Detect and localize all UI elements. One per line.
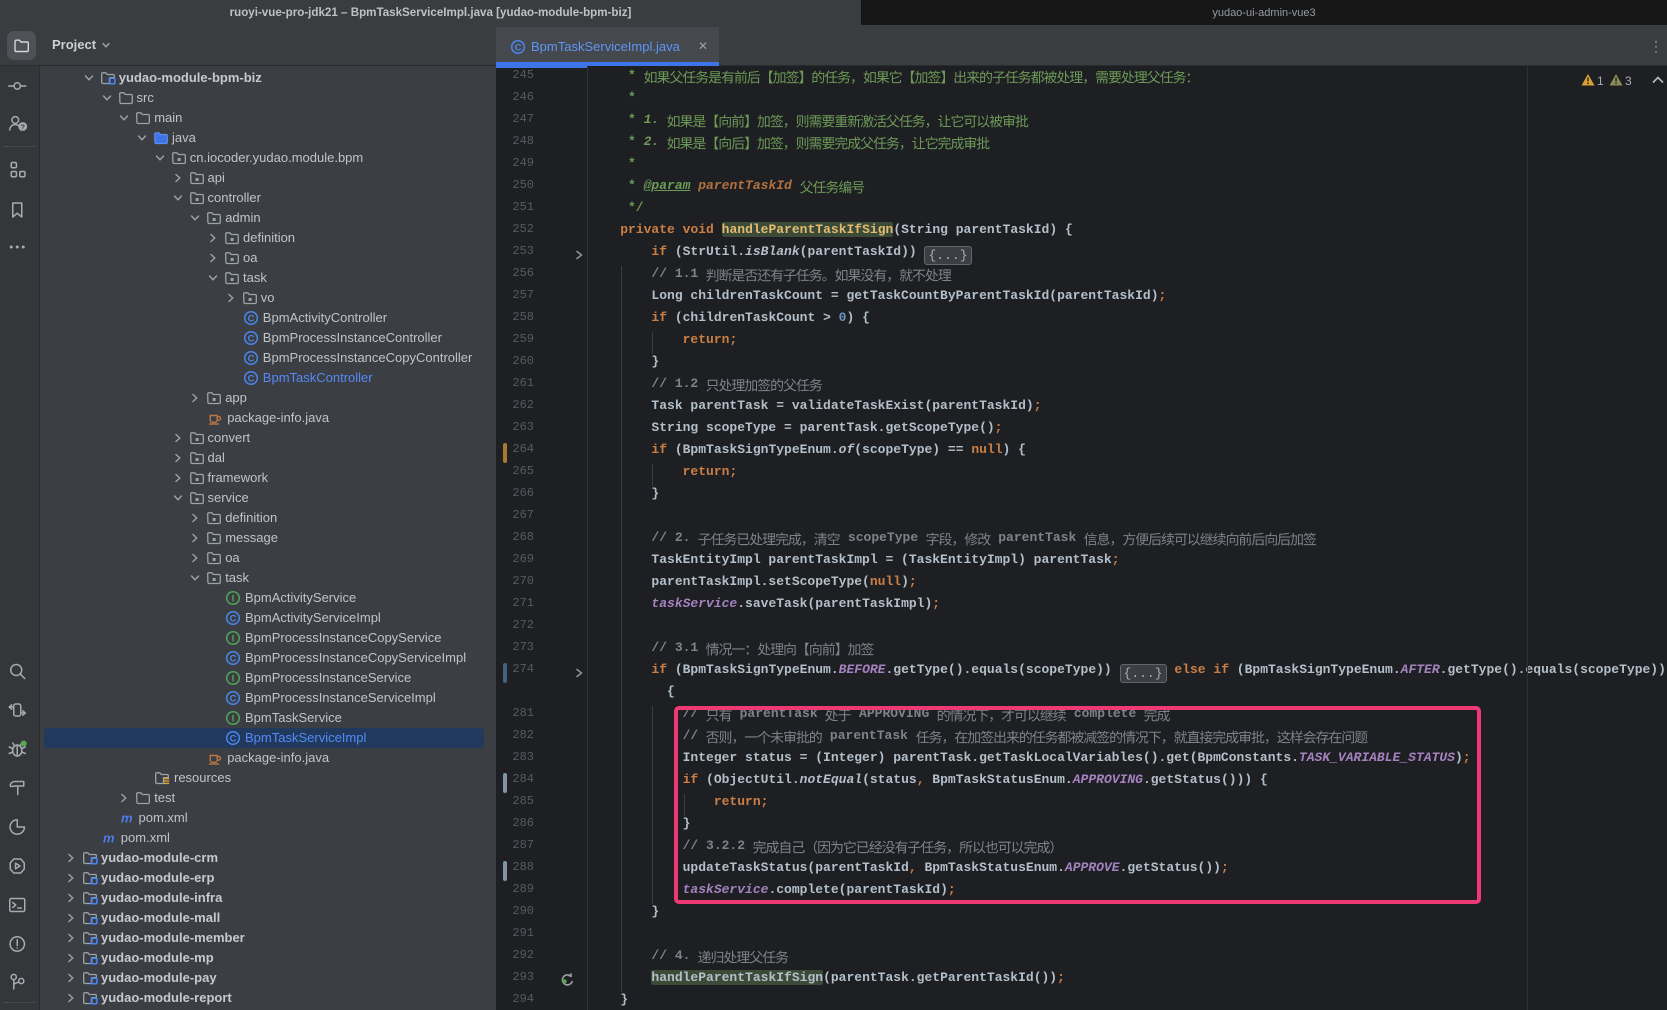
- svg-text:C: C: [247, 334, 254, 345]
- svg-text:C: C: [247, 354, 254, 365]
- svg-text:I: I: [232, 594, 235, 605]
- svg-text:I: I: [232, 714, 235, 725]
- svg-text:?: ?: [20, 123, 25, 132]
- svg-text:C: C: [247, 314, 254, 325]
- svg-text:C: C: [247, 374, 254, 385]
- svg-text:C: C: [230, 694, 237, 705]
- svg-text:I: I: [232, 674, 235, 685]
- svg-text:I: I: [232, 634, 235, 645]
- svg-text:C: C: [230, 614, 237, 625]
- svg-text:m: m: [103, 831, 115, 846]
- svg-text:3: 3: [1625, 74, 1632, 88]
- svg-text:1: 1: [1597, 74, 1604, 88]
- svg-text:C: C: [515, 43, 522, 54]
- svg-text:C: C: [230, 654, 237, 665]
- svg-text:m: m: [121, 811, 133, 826]
- svg-text:C: C: [230, 734, 237, 745]
